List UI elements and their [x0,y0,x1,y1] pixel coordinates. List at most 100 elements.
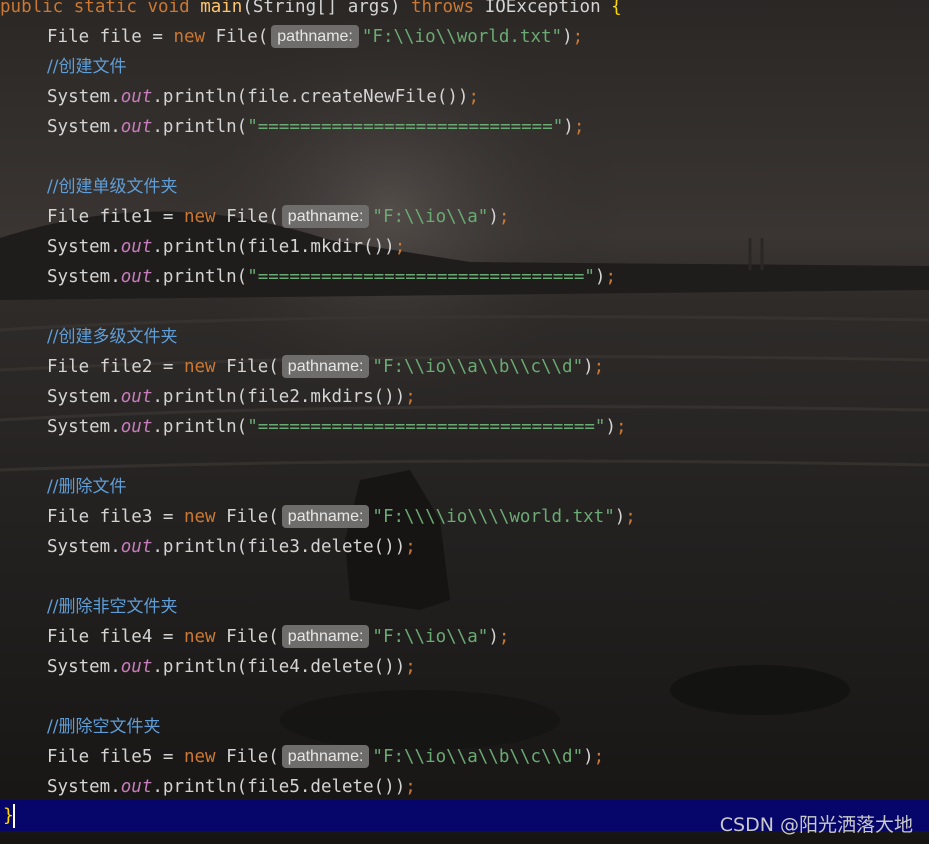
close-paren: ) [384,237,395,257]
decl-lhs: File file4 = [47,627,184,647]
new-keyword: new [183,207,216,227]
code-line-println: System.out.println("====================… [47,112,584,142]
semicolon: ; [405,387,416,407]
string-literal: "F:\\io\\world.txt" [361,27,563,47]
comment: //创建文件 [47,57,127,77]
text-caret [13,804,15,828]
close-paren: ) [394,387,406,407]
comment: //删除空文件夹 [47,717,161,737]
string-literal: "F:\\io\\a\\b\\c\\d" [372,357,584,377]
println-call: .println( [152,417,248,437]
comment: //删除文件 [47,477,127,497]
code-line-comment: //删除非空文件夹 [47,592,177,622]
close-paren: ) [488,207,499,227]
system-class: System. [47,387,121,407]
close-paren: ) [394,537,406,557]
println-arg: file3.delete() [247,537,395,557]
new-keyword: new [183,627,216,647]
separator-string: "===============================" [247,267,595,287]
method-name: main [200,0,243,17]
exception-type: IOException [484,0,601,17]
close-paren: ) [394,657,406,677]
comment: //创建多级文件夹 [47,327,178,347]
close-paren: ) [488,627,499,647]
semicolon: ; [498,207,510,227]
println-arg: file1.mkdir() [247,237,385,257]
file-constructor: File( [215,207,279,227]
close-paren: ) [605,417,616,437]
code-line-println: System.out.println("====================… [47,412,627,442]
semicolon: ; [593,357,605,377]
parameter-hint: pathname: [281,355,370,378]
semicolon: ; [394,237,406,257]
decl-lhs: File file1 = [47,207,184,227]
println-arg: file2.mkdirs() [247,387,395,407]
decl-lhs: File file5 = [47,747,184,767]
close-paren: ) [394,777,406,797]
out-field: out [120,267,153,287]
parameter-hint: pathname: [281,505,370,528]
out-field: out [120,537,153,557]
file-constructor: File( [205,27,269,47]
code-line-decl-file4: File file4 = new File(pathname: "F:\\io\\… [47,622,509,652]
code-line-comment: //创建单级文件夹 [47,172,177,202]
semicolon: ; [625,507,636,527]
semicolon: ; [593,747,605,767]
decl-lhs: File file3 = [47,507,184,527]
println-arg: file.createNewFile() [247,87,458,107]
comment: //删除非空文件夹 [47,597,178,617]
code-editor[interactable]: public static void main(String[] args) t… [0,0,929,844]
out-field: out [120,87,153,107]
new-keyword: new [183,747,216,767]
system-class: System. [47,417,121,437]
open-brace: { [611,0,622,17]
code-line-println: System.out.println(file4.delete()); [47,652,416,682]
parameter-hint: pathname: [281,205,370,228]
semicolon: ; [405,537,416,557]
println-call: .println( [152,237,248,257]
code-line-comment: //删除文件 [47,472,126,502]
println-call: .println( [152,267,248,287]
println-call: .println( [152,537,248,557]
method-params: (String[] args) [242,0,401,17]
out-field: out [120,237,153,257]
code-line-method-header: public static void main(String[] args) t… [0,0,622,22]
close-paren: ) [583,357,594,377]
parameter-hint: pathname: [281,625,370,648]
new-keyword: new [183,357,216,377]
out-field: out [120,117,153,137]
file-constructor: File( [215,747,279,767]
string-literal: "F:\\io\\a\\b\\c\\d" [372,747,584,767]
string-literal: "F:\\io\\a" [372,627,489,647]
out-field: out [120,417,153,437]
semicolon: ; [573,117,585,137]
close-paren: ) [457,87,469,107]
system-class: System. [47,117,121,137]
code-line-println: System.out.println(file2.mkdirs()); [47,382,416,412]
file-constructor: File( [215,507,279,527]
semicolon: ; [572,27,584,47]
println-call: .println( [152,387,248,407]
string-literal: "F:\\\\io\\\\world.txt" [372,507,615,527]
file-constructor: File( [215,627,279,647]
parameter-hint: pathname: [271,25,359,48]
system-class: System. [47,537,121,557]
semicolon: ; [615,417,627,437]
println-call: .println( [152,777,248,797]
system-class: System. [47,657,121,677]
code-line-comment: //创建文件 [47,52,126,82]
separator-string: "================================" [247,417,606,437]
new-keyword: new [173,27,206,47]
code-line-comment: //创建多级文件夹 [47,322,177,352]
new-keyword: new [183,507,216,527]
code-line-decl-file3: File file3 = new File(pathname: "F:\\\\io… [47,502,636,532]
system-class: System. [47,87,121,107]
system-class: System. [47,267,121,287]
out-field: out [120,777,153,797]
close-paren: ) [563,117,574,137]
code-line-println: System.out.println(file5.delete()); [47,772,416,802]
code-line-decl-file2: File file2 = new File(pathname: "F:\\io\\… [47,352,604,382]
semicolon: ; [498,627,510,647]
close-paren: ) [594,267,606,287]
csdn-watermark: CSDN @阳光洒落大地 [719,814,913,836]
